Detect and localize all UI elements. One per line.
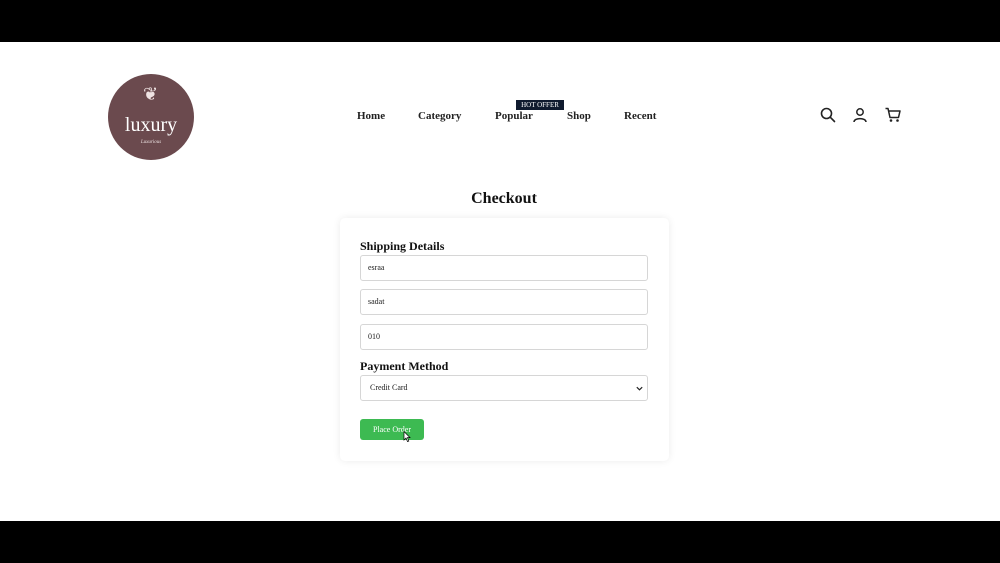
nav-home[interactable]: Home [357,110,385,122]
place-order-button[interactable]: Place Order [360,419,424,440]
hot-offer-badge: HOT OFFER [516,100,564,110]
cart-icon[interactable] [884,106,902,124]
checkout-page: ❦ luxury Luxurious Home Category Popular… [0,42,1000,521]
logo-ornament-icon: ❦ [142,84,160,104]
video-letterbox-bottom [0,521,1000,563]
nav-shop[interactable]: Shop [567,110,591,122]
payment-method-value: Credit Card [370,383,408,392]
video-letterbox-top [0,0,1000,42]
search-icon[interactable] [819,106,837,124]
mouse-cursor-icon [403,431,411,442]
payment-method-select[interactable]: Credit Card [360,375,648,401]
phone-field[interactable]: 010 [360,324,648,350]
first-name-field[interactable]: esraa [360,255,648,281]
page-title: Checkout [471,190,537,207]
shipping-heading: Shipping Details [360,239,445,253]
nav-recent[interactable]: Recent [624,110,656,122]
user-icon[interactable] [851,106,869,124]
chevron-down-icon [636,386,643,391]
main-nav: Home Category Popular Shop Recent [0,110,1000,126]
payment-heading: Payment Method [360,359,449,373]
nav-category[interactable]: Category [418,110,461,122]
last-name-field[interactable]: sadat [360,289,648,315]
logo-subtext: Luxurious [140,140,162,145]
checkout-form: Shipping Details esraa sadat 010 Payment… [340,218,669,461]
nav-popular[interactable]: Popular [495,110,533,122]
